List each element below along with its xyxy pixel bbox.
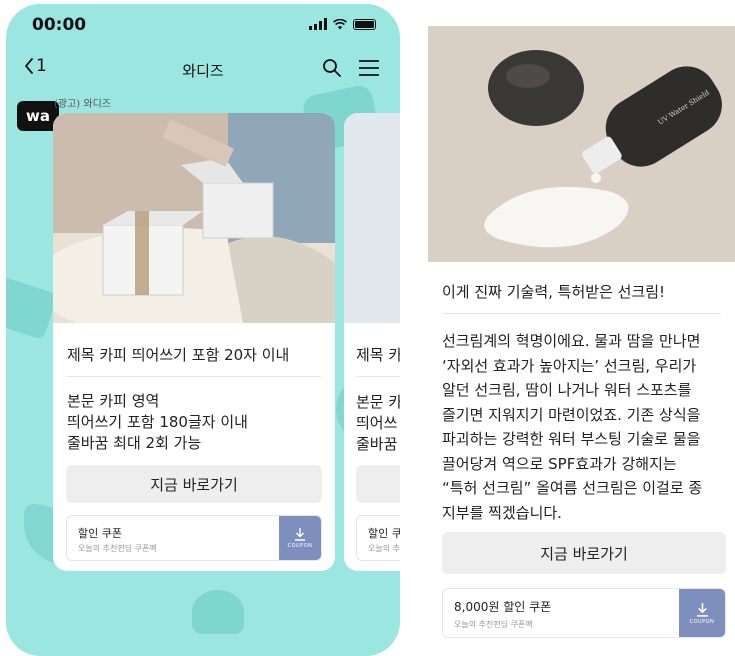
- download-icon: [295, 528, 305, 541]
- go-now-button[interactable]: 지금 바로가기: [442, 532, 726, 574]
- card-body-line: 본문 카: [356, 393, 400, 411]
- coupon-download-button[interactable]: COUPON: [679, 589, 725, 637]
- product-photo: [344, 113, 400, 323]
- coupon-button-label: COUPON: [689, 618, 715, 625]
- go-now-button[interactable]: 지금 바로가기: [66, 465, 322, 503]
- photo-illustration: [53, 113, 335, 323]
- signal-icon: [309, 18, 327, 30]
- ad-label: (광고) 와디즈: [54, 99, 111, 110]
- card-title: 제목 카: [356, 346, 400, 364]
- nav-bar: 1 와디즈: [6, 50, 400, 90]
- card-body-line: 띄어쓰: [356, 414, 398, 432]
- battery-icon: [353, 18, 376, 30]
- coupon-box[interactable]: 할인 쿠폰 오늘의 추천펀딩 쿠폰팩 COUPON: [66, 515, 322, 561]
- ad-card[interactable]: 제목 카피 띄어쓰기 포함 20자 이내 본문 카피 영역 띄어쓰기 포함 18…: [53, 113, 335, 571]
- coupon-title: 할인 쿠: [368, 527, 400, 540]
- coupon-button-label: COUPON: [287, 543, 313, 549]
- card-body-line: 줄바꿈: [356, 435, 398, 453]
- decor-shape: [192, 590, 244, 634]
- card-body: 본문 카피 영역 띄어쓰기 포함 180글자 이내 줄바꿈 최대 2회 가능: [67, 392, 248, 452]
- coupon-subtitle: 오늘의 추: [368, 544, 400, 553]
- decor-shape: [6, 275, 58, 341]
- wifi-icon: [333, 18, 347, 29]
- coupon-subtitle: 오늘의 추천펀딩 쿠폰팩: [78, 544, 157, 553]
- search-icon[interactable]: [322, 58, 342, 78]
- card-title: 이게 진짜 기술력, 특허받은 선크림!: [442, 283, 666, 301]
- product-photo: UV Water Shield: [428, 26, 735, 262]
- next-ad-card[interactable]: 제목 카 본문 카 띄어쓰 줄바꿈 할인 쿠 오늘의 추: [344, 113, 400, 571]
- coupon-title: 할인 쿠폰: [78, 527, 122, 540]
- go-now-button[interactable]: [356, 465, 400, 503]
- sunscreen-ad-card[interactable]: UV Water Shield 이게 진짜 기술력, 특허받은 선크림! 선크림…: [428, 26, 735, 656]
- coupon-box[interactable]: 할인 쿠 오늘의 추: [356, 515, 400, 561]
- status-icons: [309, 18, 376, 30]
- coupon-subtitle: 오늘의 추천펀딩 쿠폰팩: [454, 620, 533, 629]
- photo-illustration: UV Water Shield: [428, 26, 735, 262]
- coupon-box[interactable]: 8,000원 할인 쿠폰 오늘의 추천펀딩 쿠폰팩 COUPON: [442, 588, 726, 638]
- coupon-download-button[interactable]: COUPON: [279, 516, 321, 560]
- menu-icon[interactable]: [358, 59, 380, 77]
- phone-screen: 00:00 1 와디즈 wa (광고) 와디즈 제목 카피 띄어쓰기 포함 20…: [6, 4, 400, 656]
- coupon-title: 8,000원 할인 쿠폰: [454, 600, 552, 614]
- product-photo: [53, 113, 335, 323]
- divider: [442, 313, 721, 314]
- status-time: 00:00: [32, 15, 87, 35]
- card-body: 선크림계의 혁명이에요. 물과 땀을 만나면 ‘자외선 효과가 높아지는’ 선크…: [442, 332, 703, 522]
- card-title: 제목 카피 띄어쓰기 포함 20자 이내: [67, 346, 290, 364]
- download-icon: [696, 602, 708, 617]
- divider: [67, 376, 321, 377]
- divider: [356, 376, 400, 377]
- status-bar: 00:00: [6, 4, 400, 44]
